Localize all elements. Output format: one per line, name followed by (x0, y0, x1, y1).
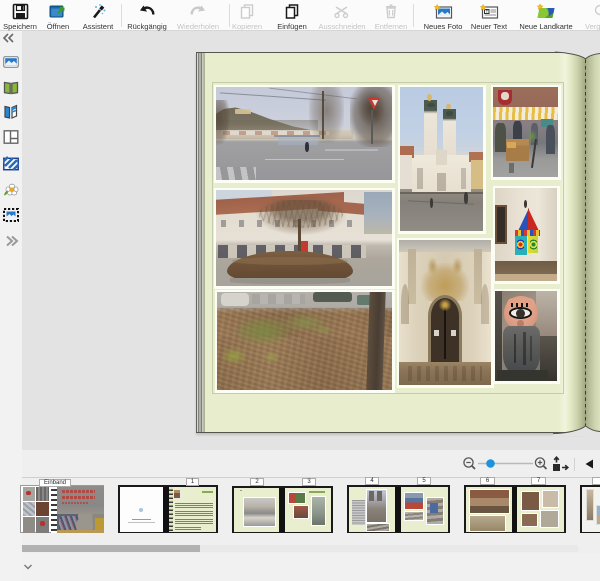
svg-text:T: T (486, 9, 489, 14)
